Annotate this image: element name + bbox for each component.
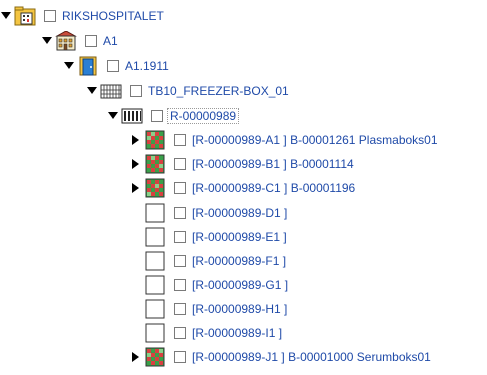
- select-checkbox[interactable]: [174, 231, 186, 243]
- slot-label[interactable]: [R-00000989-A1 ] B-00001261 Plasmaboks01: [192, 133, 438, 147]
- select-checkbox[interactable]: [174, 158, 186, 170]
- tree-node-rack[interactable]: R-00000989: [107, 105, 240, 127]
- slot-content: B-00001000 Serumboks01: [288, 350, 431, 364]
- select-checkbox[interactable]: [107, 60, 119, 72]
- node-label[interactable]: A1: [103, 34, 118, 48]
- select-checkbox[interactable]: [151, 110, 163, 122]
- empty-slot-icon: [144, 203, 166, 223]
- building-icon: [55, 31, 77, 51]
- tree-node-rikshospitalet[interactable]: RIKSHOSPITALET: [0, 5, 164, 27]
- empty-slot-icon: [144, 227, 166, 247]
- select-checkbox[interactable]: [44, 10, 56, 22]
- select-checkbox[interactable]: [85, 35, 97, 47]
- select-checkbox[interactable]: [130, 85, 142, 97]
- node-label-selected[interactable]: R-00000989: [167, 108, 240, 124]
- toggle-spacer: [130, 274, 142, 296]
- tree-node-freezer-box[interactable]: TB10_FREEZER-BOX_01: [86, 80, 289, 102]
- toggle-spacer: [130, 226, 142, 248]
- tree-node-slot-empty[interactable]: [R-00000989-E1 ]: [130, 226, 287, 248]
- select-checkbox[interactable]: [174, 303, 186, 315]
- toggle-spacer: [130, 322, 142, 344]
- tree-node-slot-empty[interactable]: [R-00000989-G1 ]: [130, 274, 288, 296]
- expand-toggle-right-icon[interactable]: [130, 153, 142, 175]
- empty-slot-icon: [144, 275, 166, 295]
- select-checkbox[interactable]: [174, 327, 186, 339]
- empty-slot-icon: [144, 251, 166, 271]
- slot-content: B-00001261 Plasmaboks01: [290, 133, 438, 147]
- expand-toggle-right-icon[interactable]: [130, 129, 142, 151]
- sample-box-filled-icon: [144, 154, 166, 174]
- slot-id: [R-00000989-C1 ]: [192, 181, 288, 195]
- toggle-spacer: [130, 202, 142, 224]
- sample-box-filled-icon: [144, 130, 166, 150]
- select-checkbox[interactable]: [174, 279, 186, 291]
- slot-label[interactable]: [R-00000989-D1 ]: [192, 206, 287, 220]
- tree-node-slot[interactable]: [R-00000989-J1 ] B-00001000 Serumboks01: [130, 346, 431, 368]
- expand-toggle-down-icon[interactable]: [63, 55, 75, 77]
- expand-toggle-right-icon[interactable]: [130, 177, 142, 199]
- tree-node-slot[interactable]: [R-00000989-A1 ] B-00001261 Plasmaboks01: [130, 129, 438, 151]
- select-checkbox[interactable]: [174, 134, 186, 146]
- room-door-icon: [77, 56, 99, 76]
- slot-content: B-00001196: [290, 181, 356, 195]
- slot-label[interactable]: [R-00000989-E1 ]: [192, 230, 287, 244]
- select-checkbox[interactable]: [174, 255, 186, 267]
- expand-toggle-down-icon[interactable]: [0, 5, 12, 27]
- empty-slot-icon: [144, 323, 166, 343]
- expand-toggle-right-icon[interactable]: [130, 346, 142, 368]
- slot-label[interactable]: [R-00000989-B1 ] B-00001114: [192, 157, 354, 171]
- sample-box-filled-icon: [144, 347, 166, 367]
- slot-label[interactable]: [R-00000989-H1 ]: [192, 302, 287, 316]
- node-label[interactable]: A1.1911: [125, 59, 169, 73]
- slot-label[interactable]: [R-00000989-C1 ] B-00001196: [192, 181, 355, 195]
- sample-box-filled-icon: [144, 178, 166, 198]
- expand-toggle-down-icon[interactable]: [86, 80, 98, 102]
- expand-toggle-down-icon[interactable]: [107, 105, 119, 127]
- slot-label[interactable]: [R-00000989-I1 ]: [192, 326, 282, 340]
- toggle-spacer: [130, 298, 142, 320]
- slot-label[interactable]: [R-00000989-F1 ]: [192, 254, 286, 268]
- tree-node-slot-empty[interactable]: [R-00000989-I1 ]: [130, 322, 282, 344]
- tree-node-slot[interactable]: [R-00000989-C1 ] B-00001196: [130, 177, 355, 199]
- node-label[interactable]: TB10_FREEZER-BOX_01: [148, 84, 289, 98]
- tree-node-slot-empty[interactable]: [R-00000989-F1 ]: [130, 250, 286, 272]
- slot-content: B-00001114: [290, 157, 354, 171]
- tree-node-a1-1911[interactable]: A1.1911: [63, 55, 169, 77]
- slot-label[interactable]: [R-00000989-G1 ]: [192, 278, 288, 292]
- empty-slot-icon: [144, 299, 166, 319]
- toggle-spacer: [130, 250, 142, 272]
- select-checkbox[interactable]: [174, 207, 186, 219]
- slot-id: [R-00000989-B1 ]: [192, 157, 287, 171]
- rack-icon: [121, 106, 143, 126]
- slot-id: [R-00000989-A1 ]: [192, 133, 287, 147]
- select-checkbox[interactable]: [174, 182, 186, 194]
- slot-id: [R-00000989-J1 ]: [192, 350, 285, 364]
- node-label[interactable]: RIKSHOSPITALET: [62, 9, 164, 23]
- select-checkbox[interactable]: [174, 351, 186, 363]
- tree-node-slot[interactable]: [R-00000989-B1 ] B-00001114: [130, 153, 354, 175]
- building-folder-icon: [14, 6, 36, 26]
- tree-node-slot-empty[interactable]: [R-00000989-D1 ]: [130, 202, 287, 224]
- tree-node-slot-empty[interactable]: [R-00000989-H1 ]: [130, 298, 287, 320]
- slot-label[interactable]: [R-00000989-J1 ] B-00001000 Serumboks01: [192, 350, 431, 364]
- tree-node-a1[interactable]: A1: [41, 30, 118, 52]
- freezer-icon: [100, 81, 122, 101]
- expand-toggle-down-icon[interactable]: [41, 30, 53, 52]
